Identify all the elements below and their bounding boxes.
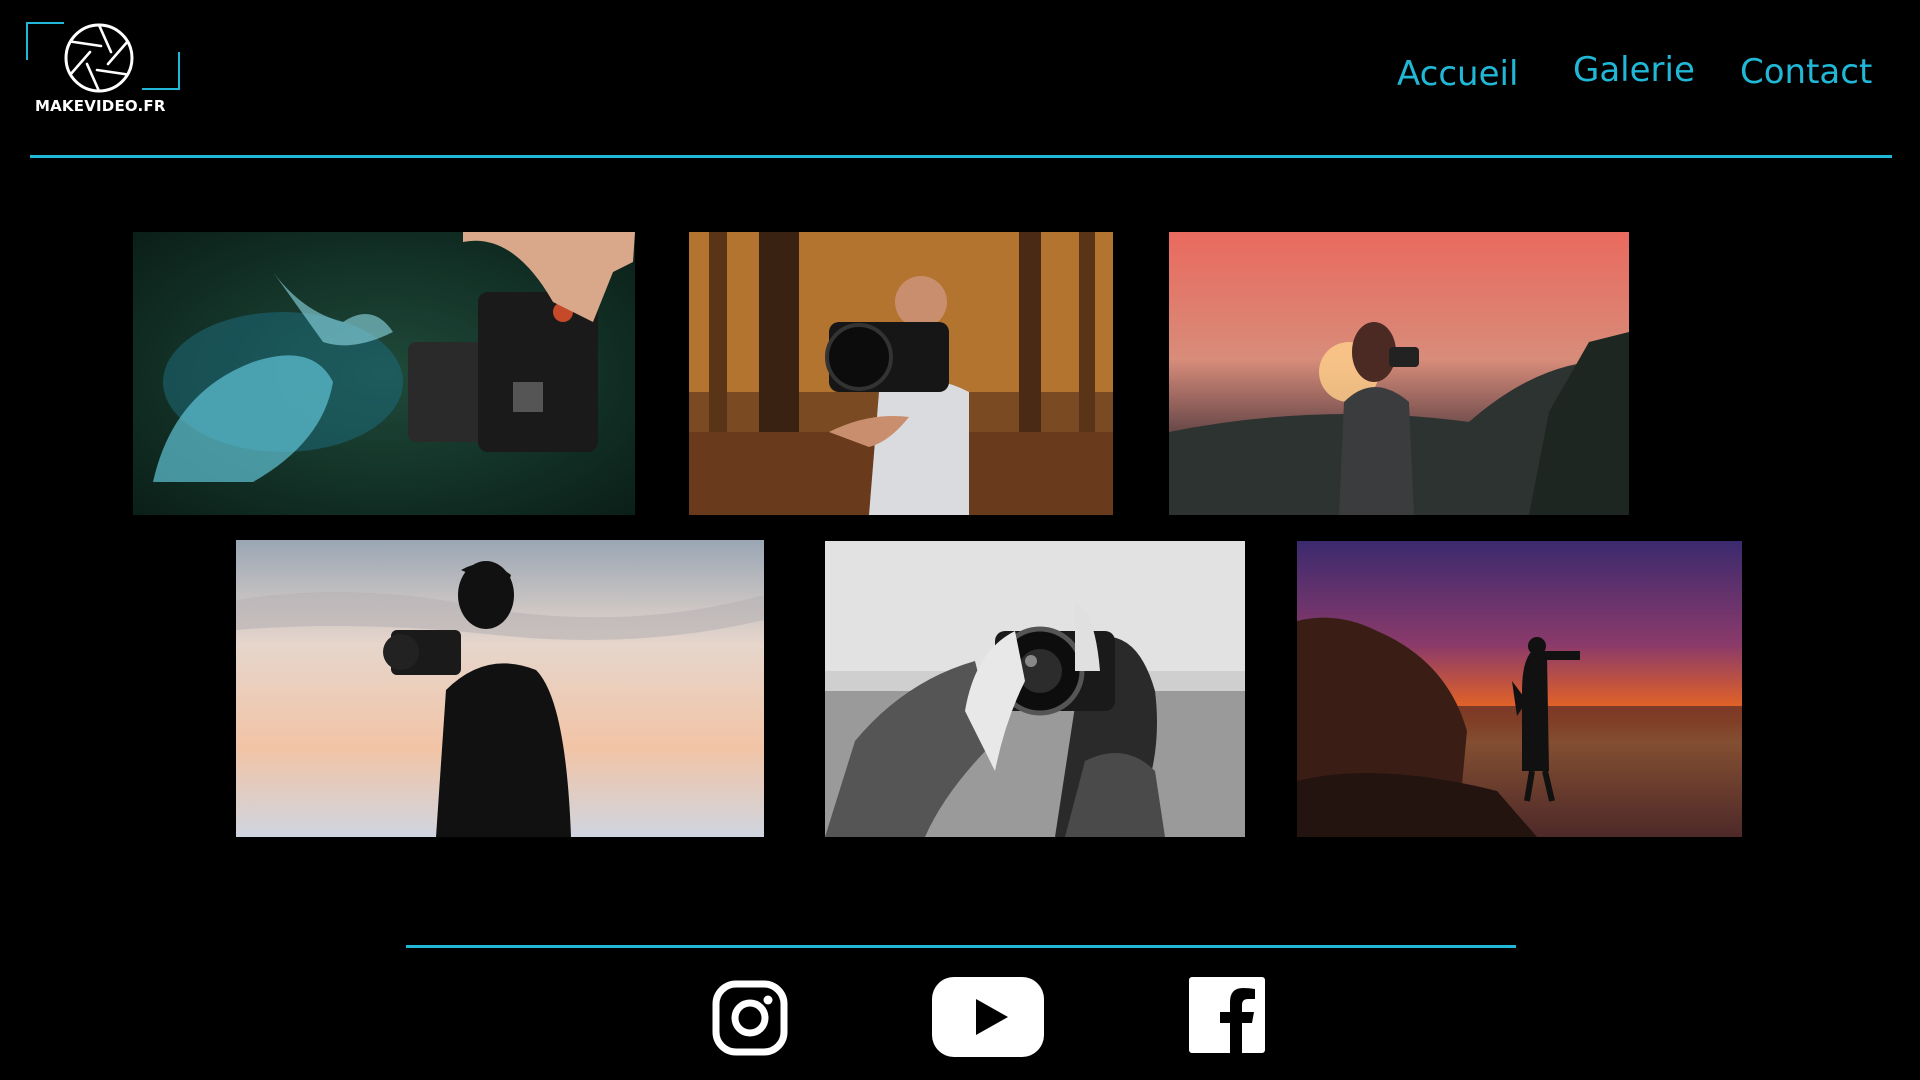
- footer-divider: [406, 945, 1516, 948]
- photo-floating-camera-forest[interactable]: [689, 232, 1113, 515]
- nav-contact[interactable]: Contact: [1740, 52, 1872, 92]
- instagram-icon[interactable]: [712, 980, 788, 1056]
- brand-name: MAKEVIDEO.FR: [35, 97, 166, 115]
- photo-camera-water-splash[interactable]: [133, 232, 635, 515]
- nav-accueil[interactable]: Accueil: [1397, 54, 1518, 94]
- main-nav: Accueil Galerie Contact: [0, 48, 1920, 98]
- photo-silhouette-photographer-sky[interactable]: [236, 540, 764, 837]
- photo-woman-camera-black-white[interactable]: [825, 541, 1245, 837]
- header-divider: [30, 155, 1892, 158]
- nav-galerie[interactable]: Galerie: [1573, 50, 1695, 90]
- facebook-icon[interactable]: [1189, 977, 1265, 1053]
- photo-photographer-rocks-sea-sunset[interactable]: [1297, 541, 1742, 837]
- youtube-icon[interactable]: [932, 977, 1044, 1057]
- photo-woman-photographer-sunset[interactable]: [1169, 232, 1629, 515]
- page: MAKEVIDEO.FR Accueil Galerie Contact: [0, 0, 1920, 1080]
